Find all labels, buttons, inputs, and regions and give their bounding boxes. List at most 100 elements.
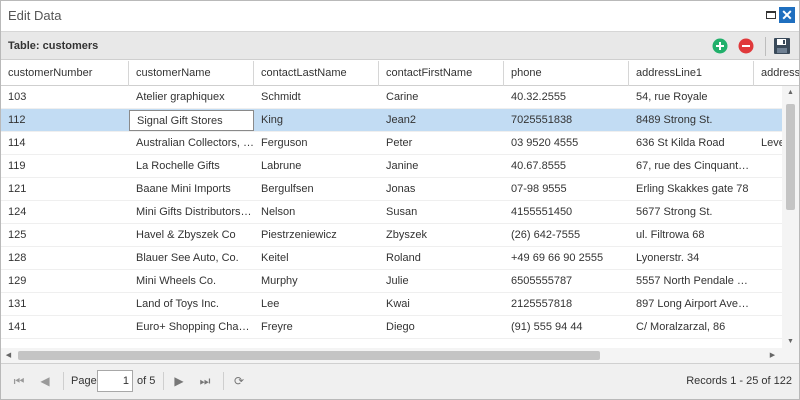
table-cell[interactable]: King [254,109,379,132]
table-cell[interactable]: Zbyszek [379,224,504,247]
table-cell[interactable]: Susan [379,201,504,224]
table-cell[interactable]: 119 [1,155,129,178]
table-cell[interactable]: Roland [379,247,504,270]
table-row[interactable]: 121 Baane Mini Imports Bergulfsen Jonas 07-9… [1,178,782,201]
table-cell[interactable]: 125 [1,224,129,247]
table-cell[interactable]: Schmidt [254,86,379,109]
column-header[interactable]: addressLine1 [629,61,754,86]
table-row[interactable]: 125 Havel & Zbyszek Co Piestrzeniewicz Zbys… [1,224,782,247]
table-cell[interactable]: 636 St Kilda Road [629,132,754,155]
table-row[interactable]: 128 Blauer See Auto, Co. Keitel Roland +49 6… [1,247,782,270]
vertical-scrollbar[interactable]: ▲ ▼ [782,86,799,349]
table-row[interactable]: 131 Land of Toys Inc. Lee Kwai 2125557818 897… [1,293,782,316]
table-row[interactable]: 112 Signal Gift Stores King Jean2 7025551838… [1,109,782,132]
table-cell[interactable]: Keitel [254,247,379,270]
table-row[interactable]: 124 Mini Gifts Distributors Ltd. Nelson Sus… [1,201,782,224]
table-cell[interactable]: Labrune [254,155,379,178]
column-header[interactable]: contactLastName [254,61,379,86]
table-row[interactable]: 141 Euro+ Shopping Channel Freyre Diego (91)… [1,316,782,339]
table-cell[interactable]: 6505555787 [504,270,629,293]
table-cell[interactable]: 67, rue des Cinquante Otages [629,155,754,178]
table-cell[interactable]: Ferguson [254,132,379,155]
table-cell[interactable]: Murphy [254,270,379,293]
table-cell[interactable]: 129 [1,270,129,293]
table-cell[interactable]: 112 [1,109,129,132]
table-cell[interactable]: Euro+ Shopping Channel [129,316,254,339]
table-cell[interactable]: Bergulfsen [254,178,379,201]
table-cell[interactable]: +49 69 66 90 2555 [504,247,629,270]
table-cell[interactable]: Blauer See Auto, Co. [129,247,254,270]
table-cell[interactable]: 7025551838 [504,109,629,132]
table-cell[interactable]: 2125557818 [504,293,629,316]
first-page-icon[interactable]: ⏮ [11,373,27,389]
next-page-icon[interactable]: ▶ [171,373,187,389]
table-cell[interactable]: (26) 642-7555 [504,224,629,247]
table-cell[interactable]: Baane Mini Imports [129,178,254,201]
cell-editor-input[interactable]: Signal Gift Stores [129,110,254,131]
table-cell[interactable]: Mini Gifts Distributors Ltd. [129,201,254,224]
table-cell[interactable]: Australian Collectors, Co. [129,132,254,155]
table-cell[interactable]: 5557 North Pendale Street [629,270,754,293]
table-cell[interactable]: Kwai [379,293,504,316]
table-cell[interactable]: 103 [1,86,129,109]
table-cell[interactable]: 5677 Strong St. [629,201,754,224]
table-cell[interactable]: 124 [1,201,129,224]
table-cell[interactable]: 40.67.8555 [504,155,629,178]
column-header[interactable]: phone [504,61,629,86]
table-cell[interactable]: 141 [1,316,129,339]
scroll-up-icon[interactable]: ▲ [782,86,799,100]
table-cell[interactable]: Janine [379,155,504,178]
table-cell[interactable]: Freyre [254,316,379,339]
table-row[interactable]: 129 Mini Wheels Co. Murphy Julie 6505555787 5… [1,270,782,293]
table-row[interactable]: 119 La Rochelle Gifts Labrune Janine 40.67.8… [1,155,782,178]
table-cell[interactable]: 03 9520 4555 [504,132,629,155]
horizontal-scrollbar[interactable]: ◀ ▶ [1,348,782,363]
table-cell[interactable]: Lyonerstr. 34 [629,247,754,270]
table-cell[interactable]: Atelier graphiquex [129,86,254,109]
table-cell[interactable]: Carine [379,86,504,109]
table-cell[interactable]: Nelson [254,201,379,224]
table-cell[interactable]: 131 [1,293,129,316]
previous-page-icon[interactable]: ◀ [37,373,53,389]
scroll-right-icon[interactable]: ▶ [765,348,780,363]
table-cell[interactable]: 8489 Strong St. [629,109,754,132]
horizontal-scroll-thumb[interactable] [18,351,600,360]
table-cell[interactable]: ul. Filtrowa 68 [629,224,754,247]
table-cell[interactable]: Havel & Zbyszek Co [129,224,254,247]
table-cell[interactable]: (91) 555 94 44 [504,316,629,339]
table-cell[interactable]: 4155551450 [504,201,629,224]
table-cell[interactable]: 121 [1,178,129,201]
table-cell[interactable]: Mini Wheels Co. [129,270,254,293]
table-cell[interactable]: 07-98 9555 [504,178,629,201]
table-cell[interactable]: Piestrzeniewicz [254,224,379,247]
column-header[interactable]: customerNumber [1,61,129,86]
table-cell[interactable]: 114 [1,132,129,155]
table-cell[interactable]: Peter [379,132,504,155]
table-cell[interactable]: Land of Toys Inc. [129,293,254,316]
table-row[interactable]: 114 Australian Collectors, Co. Ferguson Pet… [1,132,785,155]
save-button[interactable] [773,37,791,55]
table-row[interactable]: 103 Atelier graphiquex Schmidt Carine 40.32.… [1,86,782,109]
refresh-icon[interactable]: ⟳ [231,373,247,389]
table-cell[interactable]: Jean2 [379,109,504,132]
column-header[interactable]: address [754,61,799,86]
table-cell[interactable]: Lee [254,293,379,316]
table-cell[interactable]: C/ Moralzarzal, 86 [629,316,754,339]
table-cell[interactable]: La Rochelle Gifts [129,155,254,178]
table-cell[interactable]: 40.32.2555 [504,86,629,109]
add-row-button[interactable] [712,38,728,54]
table-cell[interactable]: 128 [1,247,129,270]
scroll-down-icon[interactable]: ▼ [782,335,799,349]
maximize-button[interactable] [763,7,779,23]
last-page-icon[interactable]: ⏭ [197,373,213,389]
table-cell[interactable]: Erling Skakkes gate 78 [629,178,754,201]
table-cell[interactable]: 54, rue Royale [629,86,754,109]
table-cell[interactable]: Diego [379,316,504,339]
table-cell[interactable]: Julie [379,270,504,293]
scroll-left-icon[interactable]: ◀ [1,348,16,363]
close-button[interactable]: ✕ [779,7,795,23]
vertical-scroll-thumb[interactable] [786,104,795,210]
table-cell[interactable]: 897 Long Airport Avenue [629,293,754,316]
column-header[interactable]: contactFirstName [379,61,504,86]
column-header[interactable]: customerName [129,61,254,86]
